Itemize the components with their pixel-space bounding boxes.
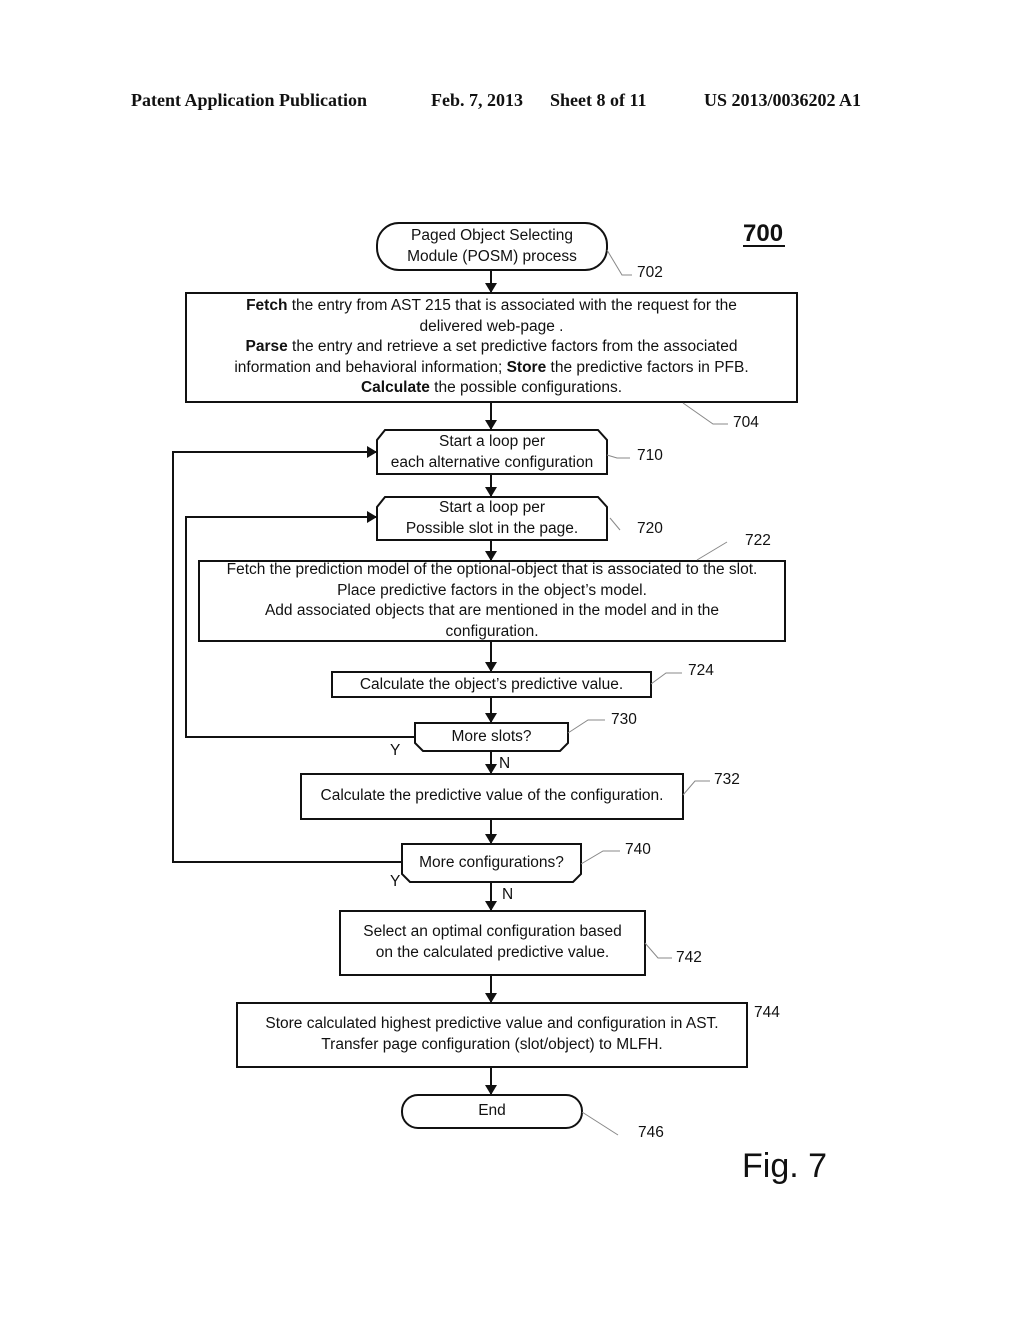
fetch-model-line: Place predictive factors in the object’s…: [337, 581, 647, 599]
ref-730: 730: [611, 711, 637, 728]
leader-722: [696, 541, 728, 561]
leader-730: [567, 719, 605, 734]
ref-742: 742: [676, 949, 702, 966]
figure-caption: Fig. 7: [742, 1147, 828, 1185]
fetch-entry-node: Fetch the entry from AST 215 that is ass…: [186, 296, 797, 399]
parse-keyword: Parse: [245, 338, 288, 355]
more-configs-yes-label: Y: [390, 873, 401, 890]
loop-config-line: Start a loop per: [439, 433, 545, 450]
leader-720: [609, 517, 621, 531]
ref-732: 732: [714, 771, 740, 788]
fetch-entry-text: the entry from AST 215 that is associate…: [287, 297, 737, 314]
leader-740: [580, 850, 620, 865]
more-slots-node: More slots?: [451, 728, 532, 745]
calc-config-node: Calculate the predictive value of the co…: [320, 787, 664, 804]
ref-744: 744: [754, 1004, 780, 1021]
end-node: End: [478, 1102, 506, 1119]
ref-746: 746: [638, 1124, 664, 1141]
loop-slot-line: Start a loop per: [439, 499, 545, 516]
fetch-model-line: configuration.: [445, 622, 539, 640]
more-configs-node: More configurations?: [419, 854, 564, 871]
loop-slot-node: Start a loop per Possible slot in the pa…: [377, 498, 607, 539]
parse-text: the entry and retrieve a set predictive …: [287, 338, 738, 355]
loop-slot-line: Possible slot in the page.: [405, 519, 579, 537]
loop-config-node: Start a loop per each alternative config…: [377, 432, 607, 473]
calc-object-node: Calculate the object’s predictive value.: [359, 676, 624, 693]
fetch-keyword: Fetch: [246, 297, 288, 314]
store-result-line: Store calculated highest predictive valu…: [265, 1015, 719, 1032]
store-text: the predictive factors in PFB.: [546, 358, 749, 376]
leader-746: [581, 1111, 619, 1136]
calculate-keyword: Calculate: [360, 379, 430, 396]
calculate-text: the possible configurations.: [429, 379, 623, 396]
flowchart-canvas: [172, 222, 798, 1136]
ref-720: 720: [637, 520, 663, 537]
select-optimal-line: Select an optimal configuration based: [363, 923, 622, 940]
loop-config-line: each alternative configuration: [390, 453, 594, 471]
more-slots-yes-label: Y: [390, 742, 401, 759]
more-configs-no-label: N: [502, 886, 514, 903]
store-result-line: Transfer page configuration (slot/object…: [321, 1035, 663, 1053]
store-keyword: Store: [506, 358, 547, 376]
more-slots-no-label: N: [499, 755, 511, 772]
leader-702: [606, 249, 632, 276]
ref-704: 704: [733, 414, 759, 431]
start-node-line: Paged Object Selecting: [411, 227, 573, 244]
leader-710: [606, 454, 630, 459]
start-node-line: Module (POSM) process: [407, 247, 577, 265]
fetch-entry-text: delivered web-page .: [419, 317, 564, 335]
fetch-model-line: Add associated objects that are mentione…: [264, 602, 720, 619]
select-optimal-node: Select an optimal configuration based on…: [340, 922, 645, 963]
figure-number: 700: [743, 220, 784, 247]
fetch-model-line: Fetch the prediction model of the option…: [226, 561, 758, 578]
ref-724: 724: [688, 662, 714, 679]
ref-722: 722: [745, 532, 771, 549]
store-result-node: Store calculated highest predictive valu…: [237, 1014, 747, 1055]
ref-740: 740: [625, 841, 651, 858]
select-optimal-line: on the calculated predictive value.: [375, 943, 610, 961]
parse-text: information and behavioral information;: [234, 358, 507, 376]
fetch-model-node: Fetch the prediction model of the option…: [199, 560, 785, 642]
leader-724: [650, 672, 682, 685]
ref-702: 702: [637, 264, 663, 281]
start-node: Paged Object Selecting Module (POSM) pro…: [377, 226, 607, 267]
leader-704: [682, 402, 728, 425]
leader-742: [644, 942, 672, 959]
ref-710: 710: [637, 447, 663, 464]
leader-732: [682, 780, 710, 796]
